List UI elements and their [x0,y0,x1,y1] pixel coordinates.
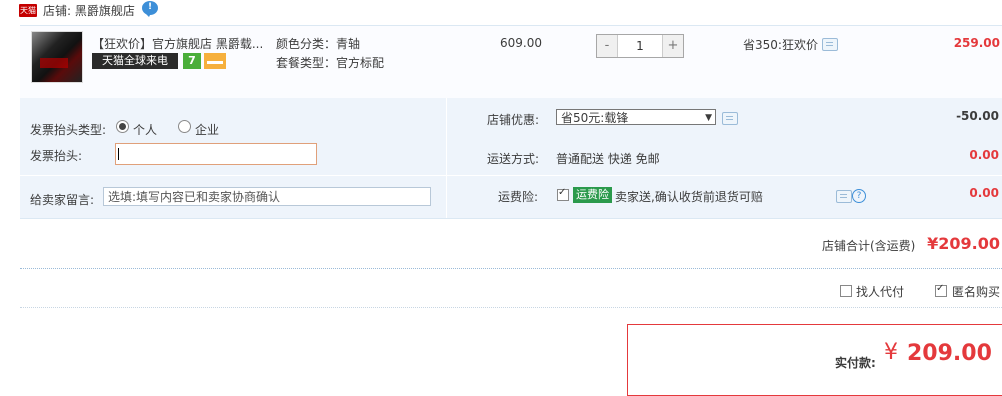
anonymous-label[interactable]: 匿名购买 [952,283,1000,300]
unit-price: 609.00 [500,36,542,50]
divider [20,307,1002,308]
insurance-label: 运费险: [498,190,539,204]
radio-personal-label[interactable]: 个人 [133,121,157,138]
attr-color: 颜色分类：青轴 [276,37,361,51]
insurance-desc: 卖家送,确认收货前退货可赔 [615,190,763,204]
chevron-down-icon: ▼ [705,113,712,123]
qty-input[interactable]: 1 [618,35,662,57]
store-discount-label: 店铺优惠: [487,113,540,127]
attr-package: 套餐类型：官方标配 [276,56,385,70]
qty-increase-button[interactable]: + [662,35,683,57]
store-discount-selected: 省50元:载锋 [561,111,629,125]
qty-decrease-button[interactable]: - [597,35,618,57]
insurance-checkbox[interactable] [557,187,569,201]
shipping-method: 普通配送 快递 免邮 [556,152,660,166]
payment-currency: ¥ [884,340,898,365]
proxy-pay-checkbox[interactable] [840,285,852,297]
memo-input[interactable]: 选填:填写内容已和卖家协商确认 [103,187,431,206]
message-icon[interactable] [822,38,838,51]
store-discount-value: -50.00 [956,109,999,123]
promo-note: 省350:狂欢价 [743,38,818,52]
global-tag: 天猫全球来电 [92,53,178,69]
store-total-label: 店铺合计(含运费) [822,239,916,253]
radio-company[interactable] [178,120,191,133]
insurance-badge: 运费险 [573,187,612,203]
divider [446,98,447,218]
credit-card-icon [204,53,226,69]
message-icon[interactable] [836,190,852,203]
shop-name[interactable]: 店铺: 黑爵旗舰店 [43,2,135,19]
store-total-value: ¥209.00 [927,234,1000,253]
shipping-label: 运送方式: [487,152,540,166]
payment-amount: 209.00 [907,341,992,366]
message-icon[interactable] [722,112,738,125]
memo-label: 给卖家留言: [30,193,95,207]
invoice-type-label: 发票抬头类型: [30,123,107,137]
invoice-title-label: 发票抬头: [30,149,83,163]
quantity-stepper: - 1 + [596,34,684,58]
proxy-pay-label[interactable]: 找人代付 [856,283,904,300]
tmall-logo-icon: 天猫 [19,4,37,17]
invoice-title-input[interactable] [115,143,317,165]
help-icon[interactable]: ? [852,189,866,203]
divider [20,175,1002,176]
store-discount-select[interactable]: 省50元:载锋 ▼ [556,109,716,125]
shipping-value: 0.00 [969,148,999,162]
divider [20,268,1002,269]
product-thumbnail[interactable] [31,31,83,83]
payment-label: 实付款: [835,356,876,370]
chat-icon[interactable]: ! [142,1,158,17]
radio-personal[interactable] [116,120,129,133]
insurance-value: 0.00 [969,186,999,200]
radio-company-label[interactable]: 企业 [195,121,219,138]
item-subtotal: 259.00 [953,36,1000,50]
anonymous-checkbox[interactable] [935,283,947,297]
product-title[interactable]: 【狂欢价】官方旗舰店 黑爵载... [92,35,262,52]
seven-day-return-icon: 7 [183,53,201,69]
